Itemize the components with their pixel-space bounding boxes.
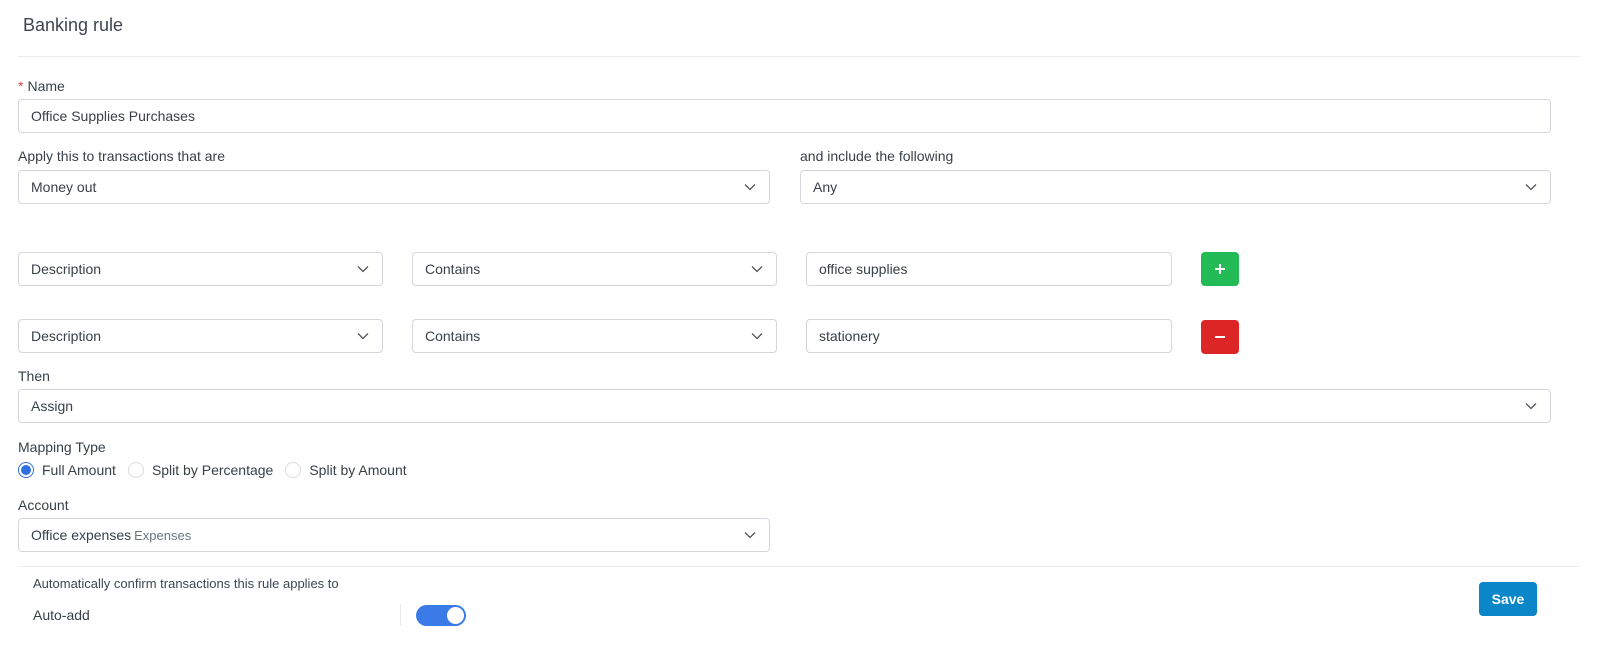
include-value: Any [813,179,838,195]
then-value: Assign [31,398,74,414]
minus-icon [1214,331,1226,343]
required-marker: * [18,78,24,94]
account-type: Expenses [134,528,192,543]
separator [400,604,401,626]
radio-selected-icon [18,462,34,478]
chevron-down-icon [356,262,370,276]
condition-operator-select[interactable]: Contains [412,319,777,353]
condition-field-select[interactable]: Description [18,252,383,286]
radio-split-by-percentage[interactable]: Split by Percentage [127,462,274,478]
chevron-down-icon [750,329,764,343]
name-label: * Name [18,78,65,94]
account-label: Account [18,497,69,513]
page-title: Banking rule [23,15,124,35]
name-input[interactable]: Office Supplies Purchases [18,99,1551,133]
radio-label: Split by Amount [309,462,407,478]
radio-label: Split by Percentage [151,462,274,478]
footer-divider [18,566,1580,567]
chevron-down-icon [743,180,757,194]
name-input-value: Office Supplies Purchases [31,108,195,124]
mapping-type-label: Mapping Type [18,439,106,455]
toggle-knob [446,606,465,625]
apply-to-value: Money out [31,179,97,195]
radio-unselected-icon [127,462,144,478]
apply-to-select[interactable]: Money out [18,170,770,204]
mapping-type-radio-group: Full Amount Split by Percentage Split by… [18,460,419,480]
condition-field-select[interactable]: Description [18,319,383,353]
remove-condition-button[interactable] [1201,320,1239,354]
chevron-down-icon [1524,399,1538,413]
condition-field-value: Description [31,261,102,277]
header-divider [18,56,1580,57]
radio-split-by-amount[interactable]: Split by Amount [285,462,407,478]
condition-value-input[interactable]: stationery [806,319,1172,353]
include-select[interactable]: Any [800,170,1551,204]
radio-unselected-icon [285,462,302,478]
condition-operator-value: Contains [425,328,481,344]
condition-value-input[interactable]: office supplies [806,252,1172,286]
auto-add-toggle[interactable] [416,605,466,626]
account-value: Office expenses [31,527,132,543]
condition-value-text: stationery [819,328,880,344]
then-label: Then [18,368,50,384]
plus-icon [1214,263,1226,275]
save-button[interactable]: Save [1479,582,1537,616]
chevron-down-icon [750,262,764,276]
include-label: and include the following [800,148,954,164]
chevron-down-icon [356,329,370,343]
auto-confirm-description: Automatically confirm transactions this … [33,576,339,591]
condition-value-text: office supplies [819,261,908,277]
name-label-text: Name [27,78,65,94]
then-select[interactable]: Assign [18,389,1551,423]
add-condition-button[interactable] [1201,252,1239,286]
radio-label: Full Amount [42,462,116,478]
condition-field-value: Description [31,328,102,344]
chevron-down-icon [743,528,757,542]
condition-operator-select[interactable]: Contains [412,252,777,286]
condition-operator-value: Contains [425,261,481,277]
account-select[interactable]: Office expenses Expenses [18,518,770,552]
radio-full-amount[interactable]: Full Amount [18,462,116,478]
apply-to-label: Apply this to transactions that are [18,148,225,164]
chevron-down-icon [1524,180,1538,194]
auto-add-label: Auto-add [33,607,90,623]
